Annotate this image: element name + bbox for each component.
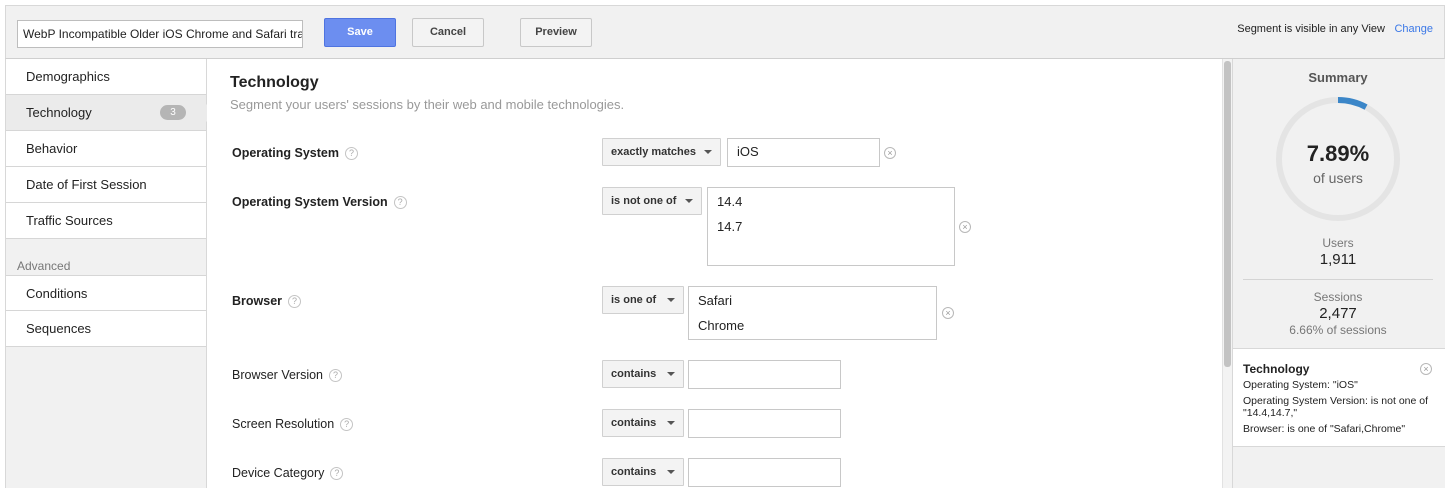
chevron-down-icon: [704, 150, 712, 154]
users-percentage: 7.89%: [1306, 141, 1370, 166]
chevron-down-icon: [667, 421, 675, 425]
remove-condition-icon[interactable]: ×: [1420, 363, 1432, 375]
preview-button[interactable]: Preview: [520, 18, 592, 47]
help-icon[interactable]: ?: [393, 196, 407, 209]
segment-editor-header: WebP Incompatible Older iOS Chrome and S…: [5, 5, 1445, 59]
clear-icon[interactable]: ×: [942, 307, 954, 319]
clear-icon[interactable]: ×: [959, 221, 971, 233]
value-token[interactable]: Safari: [698, 291, 927, 316]
visibility-text: Segment is visible in any View: [1237, 23, 1385, 35]
operator-dropdown-browser-version[interactable]: contains: [602, 360, 684, 388]
segment-category-sidebar: Demographics Technology 3 Behavior Date …: [5, 59, 215, 488]
sidebar-item-technology[interactable]: Technology 3: [6, 95, 206, 131]
filter-label-browser: Browser?: [232, 294, 302, 308]
filter-label-browser-version: Browser Version?: [232, 368, 343, 382]
sessions-percentage: 6.66% of sessions: [1289, 323, 1387, 337]
filter-label-text: Browser: [232, 294, 283, 308]
help-icon[interactable]: ?: [288, 295, 302, 308]
operator-dropdown-operating-system[interactable]: exactly matches: [602, 138, 721, 166]
filter-label-text: Screen Resolution: [232, 417, 335, 431]
advanced-section-label: Advanced: [17, 259, 71, 273]
sidebar-item-sequences[interactable]: Sequences: [6, 311, 206, 347]
panel-title: Technology: [230, 74, 319, 91]
help-icon[interactable]: ?: [329, 369, 343, 382]
operator-value: exactly matches: [611, 146, 696, 158]
help-icon[interactable]: ?: [340, 418, 354, 431]
filter-label-text: Browser Version: [232, 368, 324, 382]
value-input-device-category[interactable]: [688, 458, 841, 487]
operator-value: contains: [611, 466, 657, 478]
users-label: Users: [1322, 236, 1354, 250]
card-line: Browser: is one of "Safari,Chrome": [1243, 423, 1406, 435]
filter-label-os-version: Operating System Version?: [232, 195, 407, 209]
condition-count-badge: 3: [160, 105, 186, 120]
value-token[interactable]: 14.7: [717, 217, 945, 242]
sidebar-item-label: Behavior: [26, 141, 78, 156]
sessions-label: Sessions: [1313, 290, 1363, 304]
filter-label-text: Operating System Version: [232, 195, 388, 209]
value-list-browser[interactable]: Safari Chrome: [688, 286, 937, 340]
sidebar-item-label: Date of First Session: [26, 177, 147, 192]
summary-title: Summary: [1308, 70, 1368, 85]
value-token[interactable]: 14.4: [717, 192, 945, 217]
sidebar-item-label: Demographics: [26, 69, 110, 84]
users-percentage-label: of users: [1313, 170, 1363, 186]
filter-label-screen-resolution: Screen Resolution?: [232, 417, 354, 431]
clear-icon[interactable]: ×: [884, 147, 896, 159]
technology-filter-panel: Technology Segment your users' sessions …: [207, 59, 1222, 488]
filter-label-text: Device Category: [232, 466, 325, 480]
operator-dropdown-browser[interactable]: is one of: [602, 286, 684, 314]
operator-dropdown-os-version[interactable]: is not one of: [602, 187, 702, 215]
summary-divider: [1243, 279, 1433, 280]
sidebar-item-conditions[interactable]: Conditions: [6, 275, 206, 311]
card-line: Operating System Version: is not one of …: [1243, 395, 1429, 419]
value-token[interactable]: Chrome: [698, 316, 927, 341]
scrollbar-thumb[interactable]: [1224, 61, 1231, 367]
sidebar-item-label: Technology: [26, 105, 92, 120]
value-list-os-version[interactable]: 14.4 14.7: [707, 187, 955, 266]
filter-label-text: Operating System: [232, 146, 339, 160]
help-icon[interactable]: ?: [344, 147, 358, 160]
sidebar-item-date-of-first-session[interactable]: Date of First Session: [6, 167, 206, 203]
cancel-button[interactable]: Cancel: [412, 18, 484, 47]
condition-summary-card: Technology × Operating System: "iOS" Ope…: [1233, 348, 1445, 447]
filter-label-operating-system: Operating System?: [232, 146, 358, 160]
value-input-browser-version[interactable]: [688, 360, 841, 389]
filter-label-device-category: Device Category?: [232, 466, 344, 480]
card-title: Technology: [1243, 362, 1310, 376]
sidebar-item-traffic-sources[interactable]: Traffic Sources: [6, 203, 206, 239]
value-input-operating-system[interactable]: iOS: [727, 138, 880, 167]
sessions-value: 2,477: [1319, 305, 1357, 322]
help-icon[interactable]: ?: [330, 467, 344, 480]
sidebar-item-demographics[interactable]: Demographics: [6, 59, 206, 95]
save-button[interactable]: Save: [324, 18, 396, 47]
operator-dropdown-screen-resolution[interactable]: contains: [602, 409, 684, 437]
users-value: 1,911: [1319, 251, 1357, 268]
chevron-down-icon: [685, 199, 693, 203]
operator-value: is one of: [611, 294, 657, 306]
operator-value: contains: [611, 417, 657, 429]
sidebar-item-label: Conditions: [26, 286, 88, 301]
sidebar-item-label: Traffic Sources: [26, 213, 113, 228]
operator-value: is not one of: [611, 195, 677, 207]
change-visibility-link[interactable]: Change: [1394, 23, 1433, 35]
operator-value: contains: [611, 368, 657, 380]
panel-subtitle: Segment your users' sessions by their we…: [230, 97, 625, 112]
chevron-down-icon: [667, 372, 675, 376]
panel-scrollbar[interactable]: [1222, 59, 1232, 488]
operator-dropdown-device-category[interactable]: contains: [602, 458, 684, 486]
chevron-down-icon: [667, 298, 675, 302]
segment-name-input[interactable]: WebP Incompatible Older iOS Chrome and S…: [17, 20, 303, 48]
chevron-down-icon: [667, 470, 675, 474]
sidebar-item-label: Sequences: [26, 321, 92, 336]
value-input-screen-resolution[interactable]: [688, 409, 841, 438]
card-line: Operating System: "iOS": [1243, 379, 1358, 391]
summary-panel: Summary 7.89% of users Users 1,911 Sessi…: [1232, 59, 1445, 488]
sidebar-item-behavior[interactable]: Behavior: [6, 131, 206, 167]
